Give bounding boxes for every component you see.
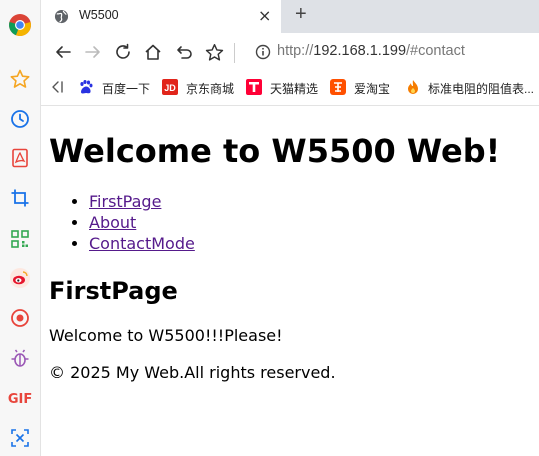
nav-item: About: [89, 212, 195, 233]
baidu-paw-icon: [78, 79, 94, 95]
url-host: 192.168.1.199: [313, 43, 407, 59]
bookmark-tmall[interactable]: 天猫精选: [270, 80, 318, 97]
pdf-icon[interactable]: [8, 146, 32, 170]
new-tab-button[interactable]: +: [295, 3, 307, 26]
url-scheme: http://: [277, 43, 314, 59]
home-icon[interactable]: [141, 40, 165, 64]
toolbar-separator: [234, 43, 235, 63]
translate-icon[interactable]: [8, 426, 32, 450]
tab-title: W5500: [79, 8, 119, 22]
tab-close-icon[interactable]: ×: [258, 6, 271, 25]
reload-icon[interactable]: [111, 40, 135, 64]
back-arrow-icon[interactable]: [51, 40, 75, 64]
section-title: FirstPage: [49, 277, 178, 305]
bookmark-star-icon[interactable]: [202, 40, 226, 64]
nav-item: ContactMode: [89, 233, 195, 254]
site-info-icon[interactable]: [251, 40, 275, 64]
nav-link-contactmode[interactable]: ContactMode: [89, 234, 195, 253]
nav-list: FirstPage About ContactMode: [49, 191, 195, 254]
undo-close-tab-icon[interactable]: [172, 40, 196, 64]
svg-text:JD: JD: [164, 83, 176, 93]
qr-code-icon[interactable]: [8, 227, 32, 251]
navigation-toolbar: http://192.168.1.199/#contact: [41, 33, 539, 71]
forward-arrow-icon[interactable]: [81, 40, 105, 64]
nav-link-about[interactable]: About: [89, 213, 136, 232]
tab-strip: W5500 × +: [41, 0, 539, 33]
star-favorites-icon[interactable]: [8, 67, 32, 91]
nav-link-firstpage[interactable]: FirstPage: [89, 192, 161, 211]
footer-text: © 2025 My Web.All rights reserved.: [49, 363, 336, 382]
tab-w5500[interactable]: W5500 ×: [41, 0, 281, 33]
chrome-logo-icon[interactable]: [8, 13, 32, 37]
bookmark-resistor-table[interactable]: 标准电阻的阻值表...: [428, 80, 534, 97]
fire-icon: [405, 79, 421, 95]
crop-icon[interactable]: [8, 186, 32, 210]
tmall-logo-icon: [246, 79, 262, 95]
bookmarks-collapse-icon[interactable]: [51, 79, 65, 100]
bookmark-baidu[interactable]: 百度一下: [102, 80, 150, 97]
gif-icon[interactable]: GIF: [8, 387, 32, 411]
bookmarks-bar: 百度一下 JD 京东商城 天猫精选 爱淘宝 标准电阻的阻值表...: [41, 71, 539, 106]
bug-icon[interactable]: [8, 346, 32, 370]
section-text: Welcome to W5500!!!Please!: [49, 326, 283, 345]
record-icon[interactable]: [8, 306, 32, 330]
history-clock-icon[interactable]: [8, 107, 32, 131]
page-heading: Welcome to W5500 Web!: [49, 132, 501, 170]
globe-icon: [54, 9, 69, 28]
taobao-logo-icon: [330, 79, 346, 95]
nav-item: FirstPage: [89, 191, 195, 212]
bookmark-jd[interactable]: 京东商城: [186, 80, 234, 97]
jd-logo-icon: JD: [162, 79, 178, 95]
weibo-icon[interactable]: [8, 266, 32, 290]
url-path: /#contact: [406, 43, 465, 59]
extension-sidebar: GIF: [0, 0, 41, 456]
address-bar[interactable]: http://192.168.1.199/#contact: [277, 43, 465, 59]
bookmark-taobao[interactable]: 爱淘宝: [354, 80, 390, 97]
